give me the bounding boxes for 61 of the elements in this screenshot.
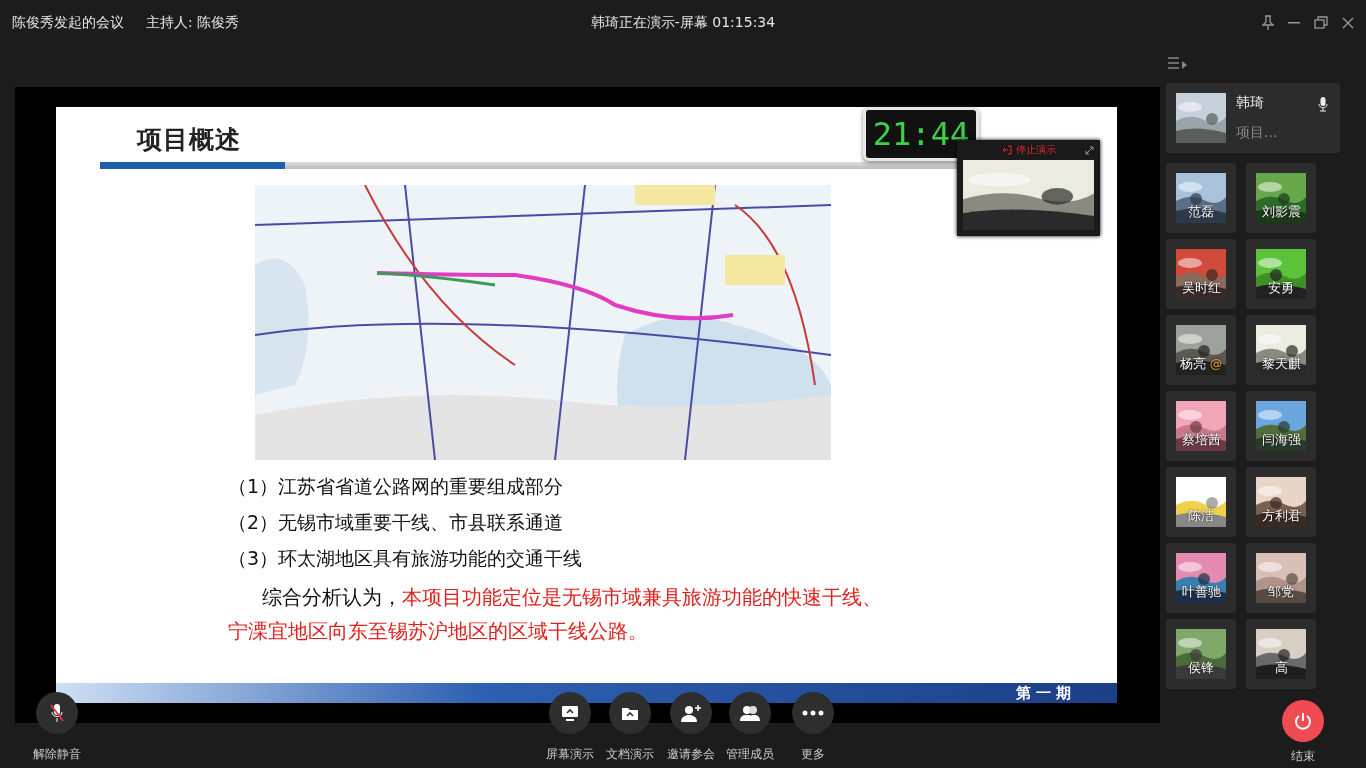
- people-icon: [739, 704, 761, 722]
- clock-time: 21:44: [872, 116, 970, 152]
- presenter-name: 韩琦: [1236, 94, 1265, 112]
- toolbar-button[interactable]: 更多: [783, 692, 843, 763]
- toolbar-button[interactable]: 屏幕演示: [540, 692, 600, 763]
- participant-tile[interactable]: 陈洁: [1166, 467, 1236, 537]
- summary-paragraph: 综合分析认为，本项目功能定位是无锡市域兼具旅游功能的快速干线、宁溧宜地区向东至锡苏沪地区的区域干线公路。: [228, 584, 883, 645]
- participant-name: 刘影震: [1260, 204, 1302, 221]
- participant-tile[interactable]: 叶善驰: [1166, 543, 1236, 613]
- participant-tile[interactable]: 蔡培茜: [1166, 391, 1236, 461]
- participant-tile[interactable]: 方利君: [1246, 467, 1316, 537]
- screen-share-icon: [560, 704, 580, 722]
- participant-tile[interactable]: 范磊: [1166, 163, 1236, 233]
- participant-tile[interactable]: 侯锋: [1166, 619, 1236, 689]
- unmute-button[interactable]: 解除静音: [27, 692, 87, 763]
- participant-name: 范磊: [1187, 204, 1215, 221]
- participant-name: 叶善驰: [1180, 584, 1222, 601]
- participant-name: 方利君: [1260, 508, 1302, 525]
- pin-icon[interactable]: [1262, 14, 1274, 31]
- participant-name: 吴时红: [1180, 280, 1222, 297]
- participant-name: 黎天麒: [1260, 356, 1302, 373]
- exit-icon: [1001, 145, 1012, 155]
- participant-name: 陈洁: [1187, 508, 1215, 525]
- bullet-point: （1）江苏省省道公路网的重要组成部分: [228, 474, 565, 499]
- participant-tile[interactable]: 杨亮 @: [1166, 315, 1236, 385]
- meeting-title: 陈俊秀发起的会议: [12, 13, 124, 32]
- toolbar-button[interactable]: 邀请参会: [661, 692, 721, 763]
- close-icon[interactable]: [1342, 16, 1354, 29]
- power-icon: [1294, 712, 1312, 730]
- participant-name: 安勇: [1267, 280, 1295, 297]
- participant-name: 杨亮 @: [1178, 356, 1224, 373]
- participant-tile[interactable]: 高: [1246, 619, 1316, 689]
- presenter-status: 项目...: [1236, 124, 1278, 142]
- more-icon: [802, 710, 824, 716]
- stop-presenting-button[interactable]: 停止演示: [1001, 143, 1056, 157]
- slide-title: 项目概述: [137, 124, 241, 156]
- host-label: 主持人: 陈俊秀: [146, 13, 240, 32]
- participant-tile[interactable]: 安勇: [1246, 239, 1316, 309]
- end-meeting-button[interactable]: 结束: [1273, 700, 1333, 765]
- participant-name: 邹党: [1267, 584, 1295, 601]
- presenter-card[interactable]: 韩琦 项目...: [1166, 83, 1340, 153]
- minimize-icon[interactable]: [1288, 21, 1300, 24]
- add-person-icon: [680, 704, 702, 722]
- footer-text: 第 一 期: [1015, 683, 1071, 703]
- participant-name: 高: [1273, 660, 1289, 677]
- toolbar-button[interactable]: 管理成员: [720, 692, 780, 763]
- bullet-point: （2）无锡市域重要干线、市县联系通道: [228, 510, 565, 535]
- participant-tile[interactable]: 黎天麒: [1246, 315, 1316, 385]
- toolbar-button[interactable]: 文档演示: [600, 692, 660, 763]
- bullet-point: （3）环太湖地区具有旅游功能的交通干线: [228, 546, 584, 571]
- presentation-status: 韩琦正在演示-屏幕 01:15:34: [590, 13, 776, 32]
- participant-tile[interactable]: 刘影震: [1246, 163, 1316, 233]
- list-toggle-icon[interactable]: [1168, 57, 1188, 71]
- participant-name: 蔡培茜: [1180, 432, 1222, 449]
- participant-tile[interactable]: 吴时红: [1166, 239, 1236, 309]
- participant-tile[interactable]: 闫海强: [1246, 391, 1316, 461]
- participant-tile[interactable]: 邹党: [1246, 543, 1316, 613]
- participant-name: 闫海强: [1260, 432, 1302, 449]
- restore-icon[interactable]: [1314, 16, 1328, 29]
- expand-icon[interactable]: [1085, 145, 1094, 155]
- participant-name: 侯锋: [1187, 660, 1215, 677]
